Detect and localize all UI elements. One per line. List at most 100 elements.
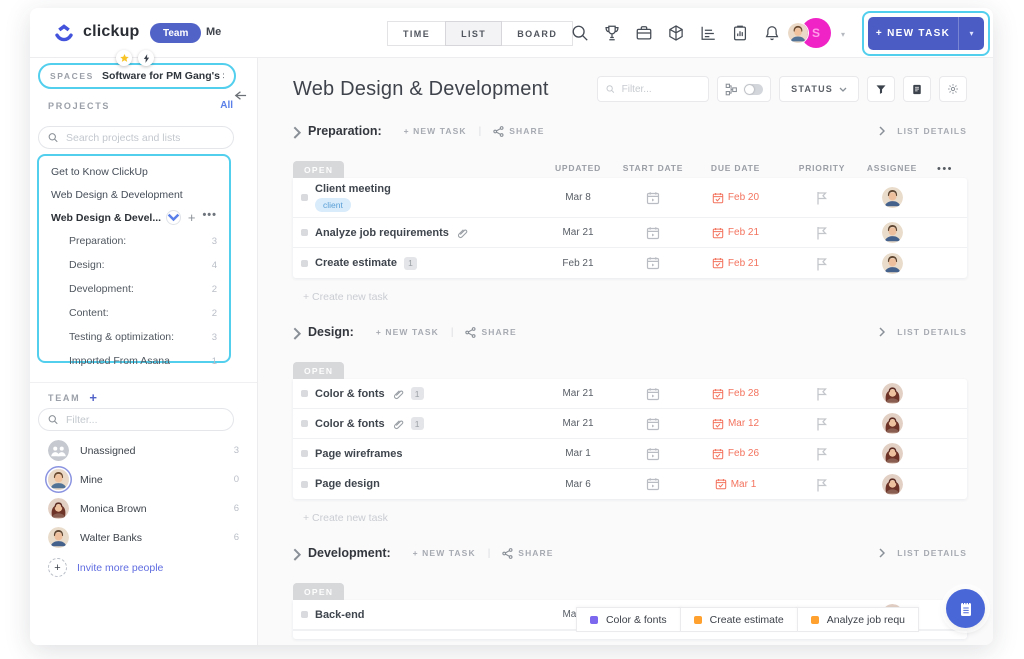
sidebar-list-item[interactable]: Development:2: [39, 277, 229, 301]
group-by-toggle-button[interactable]: [717, 76, 771, 102]
expand-chevron-icon[interactable]: [166, 210, 181, 225]
sidebar-project-item[interactable]: Get to Know ClickUp: [39, 160, 229, 183]
settings-button[interactable]: [939, 76, 967, 102]
section-name[interactable]: Preparation:: [308, 124, 382, 138]
task-row[interactable]: Page designMar 6Mar 1: [293, 469, 967, 499]
assignee-avatar[interactable]: [882, 474, 903, 495]
drag-handle[interactable]: [301, 450, 308, 457]
sidebar-list-item[interactable]: Imported From Asana1: [39, 349, 229, 373]
team-toggle-pill[interactable]: Team: [150, 23, 201, 43]
priority-flag-icon[interactable]: [816, 417, 828, 430]
dashboard-clipboard-icon[interactable]: [731, 24, 749, 42]
chevron-right-icon[interactable]: [293, 548, 301, 558]
assignee-avatar[interactable]: [882, 443, 903, 464]
portfolio-briefcase-icon[interactable]: [635, 24, 653, 42]
create-new-task-link[interactable]: + Create new task: [303, 512, 967, 524]
user-avatar[interactable]: [787, 22, 809, 44]
section-share-button[interactable]: SHARE: [465, 327, 516, 338]
task-title[interactable]: Page wireframes: [315, 448, 402, 460]
status-dropdown[interactable]: STATUS: [779, 76, 859, 102]
section-share-button[interactable]: SHARE: [493, 126, 544, 137]
task-row[interactable]: Client meetingclientMar 8Feb 20: [293, 178, 967, 218]
notifications-bell-icon[interactable]: [763, 24, 781, 42]
start-date-calendar-icon[interactable]: [646, 226, 660, 240]
task-title[interactable]: Client meeting: [315, 183, 391, 195]
assignee-avatar[interactable]: [882, 413, 903, 434]
list-details-link[interactable]: LIST DETAILS: [879, 327, 967, 337]
section-name[interactable]: Design:: [308, 325, 354, 339]
chevron-right-icon[interactable]: [293, 327, 301, 337]
priority-flag-icon[interactable]: [816, 257, 828, 270]
tab-board[interactable]: BOARD: [501, 21, 573, 46]
task-title[interactable]: Analyze job requirements: [315, 227, 449, 239]
task-filter[interactable]: [597, 76, 709, 102]
list-details-link[interactable]: LIST DETAILS: [879, 126, 967, 136]
goals-trophy-icon[interactable]: [603, 24, 621, 42]
priority-flag-icon[interactable]: [816, 191, 828, 204]
filter-funnel-button[interactable]: [867, 76, 895, 102]
invite-more-people[interactable]: + Invite more people: [48, 558, 163, 577]
add-team-member-button[interactable]: +: [89, 391, 97, 404]
section-new-task-button[interactable]: + NEW TASK: [376, 327, 439, 337]
section-share-button[interactable]: SHARE: [502, 548, 553, 559]
new-task-button[interactable]: + NEW TASK ▾: [868, 17, 984, 50]
task-filter-input[interactable]: [620, 83, 701, 96]
open-status-badge[interactable]: OPEN: [293, 161, 344, 178]
sidebar-project-item[interactable]: Web Design & Devel...+•••: [39, 206, 229, 229]
drag-handle[interactable]: [301, 611, 308, 618]
team-member-row[interactable]: Walter Banks6: [30, 523, 257, 552]
section-new-task-button[interactable]: + NEW TASK: [413, 548, 476, 558]
list-details-link[interactable]: LIST DETAILS: [879, 548, 967, 558]
docs-button[interactable]: [903, 76, 931, 102]
sidebar-list-item[interactable]: Design:4: [39, 253, 229, 277]
priority-flag-icon[interactable]: [816, 447, 828, 460]
sidebar-list-item[interactable]: Preparation:3: [39, 229, 229, 253]
minimized-task-chip[interactable]: Analyze job requ: [797, 607, 919, 632]
bolt-icon[interactable]: [138, 50, 154, 66]
due-date[interactable]: Feb 26: [688, 448, 783, 460]
due-date[interactable]: Mar 1: [688, 478, 783, 490]
start-date-calendar-icon[interactable]: [646, 256, 660, 270]
team-filter[interactable]: [38, 408, 234, 431]
columns-menu-icon[interactable]: •••: [923, 163, 967, 178]
create-new-task-link[interactable]: + Create new task: [303, 291, 967, 303]
task-row[interactable]: Create estimate1Feb 21Feb 21: [293, 248, 967, 278]
start-date-calendar-icon[interactable]: [646, 387, 660, 401]
sidebar-list-item[interactable]: Content:2: [39, 301, 229, 325]
assignee-avatar[interactable]: [882, 222, 903, 243]
drag-handle[interactable]: [301, 229, 308, 236]
drag-handle[interactable]: [301, 194, 308, 201]
team-member-row[interactable]: Monica Brown6: [30, 494, 257, 523]
project-menu-icon[interactable]: •••: [202, 215, 217, 220]
tab-time[interactable]: TIME: [387, 21, 446, 46]
start-date-calendar-icon[interactable]: [646, 447, 660, 461]
minimized-task-chip[interactable]: Color & fonts: [576, 607, 681, 632]
task-row[interactable]: Color & fonts1Mar 21Mar 12: [293, 409, 967, 439]
task-title[interactable]: Color & fonts: [315, 418, 385, 430]
section-name[interactable]: Development:: [308, 546, 391, 560]
star-icon[interactable]: [116, 50, 132, 66]
collapse-sidebar-icon[interactable]: [232, 88, 247, 103]
due-date[interactable]: Feb 21: [688, 257, 783, 269]
priority-flag-icon[interactable]: [816, 226, 828, 239]
due-date[interactable]: Feb 28: [688, 388, 783, 400]
task-row[interactable]: Color & fonts1Mar 21Feb 28: [293, 379, 967, 409]
group-toggle-switch[interactable]: [744, 84, 763, 95]
team-filter-input[interactable]: [64, 413, 224, 427]
clickup-logo[interactable]: clickup: [52, 20, 140, 44]
due-date[interactable]: Feb 21: [688, 227, 783, 239]
start-date-calendar-icon[interactable]: [646, 191, 660, 205]
sidebar-list-item[interactable]: Testing & optimization:3: [39, 325, 229, 349]
priority-flag-icon[interactable]: [816, 478, 828, 491]
minimized-task-chip[interactable]: Create estimate: [680, 607, 798, 632]
team-member-row[interactable]: Mine0: [30, 465, 257, 494]
tab-list[interactable]: LIST: [445, 21, 502, 46]
start-date-calendar-icon[interactable]: [646, 417, 660, 431]
open-status-badge[interactable]: OPEN: [293, 583, 344, 600]
project-search[interactable]: [38, 126, 234, 149]
notepad-fab-button[interactable]: [946, 589, 985, 628]
task-title[interactable]: Page design: [315, 478, 380, 490]
add-list-icon[interactable]: +: [188, 211, 196, 224]
task-title[interactable]: Color & fonts: [315, 388, 385, 400]
task-tag[interactable]: client: [315, 198, 351, 212]
